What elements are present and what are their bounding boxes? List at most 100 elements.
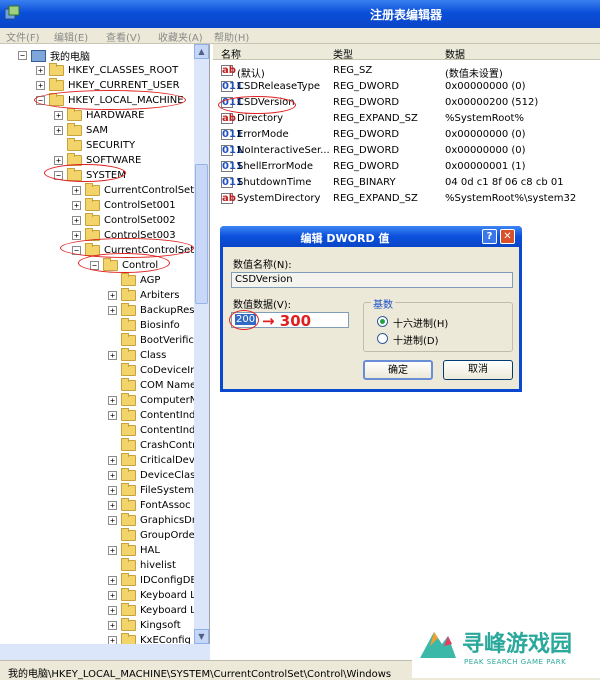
expander-icon[interactable]: + [54, 156, 63, 165]
scroll-down-icon[interactable]: ▼ [194, 629, 209, 644]
expander-icon[interactable]: + [108, 501, 117, 510]
expander-icon[interactable]: + [108, 576, 117, 585]
tree-item[interactable]: + CriticalDevic [108, 453, 203, 468]
tree-item[interactable]: AGP [108, 273, 160, 288]
expander-icon[interactable]: + [108, 546, 117, 555]
ok-button[interactable]: 确定 [363, 360, 433, 380]
tree-item[interactable]: + ControlSet001 [72, 198, 176, 213]
expander-icon[interactable]: + [108, 411, 117, 420]
expander-icon[interactable]: − [18, 51, 27, 60]
value-name: (默认) [237, 69, 265, 80]
tree-item-label: Class [140, 350, 167, 361]
tree-item[interactable]: CrashContro [108, 438, 202, 453]
expander-icon[interactable]: + [108, 471, 117, 480]
column-type[interactable]: 类型 [333, 46, 353, 61]
tree-item[interactable]: + SAM [54, 123, 108, 138]
tree-item[interactable]: + IDConfigDB [108, 573, 197, 588]
tree-item-label: ContentInde [140, 425, 202, 436]
tree-item[interactable]: + CurrentControlSet [72, 183, 194, 198]
folder-icon [121, 498, 136, 511]
tree-item[interactable]: + ComputerNa [108, 393, 203, 408]
registry-tree[interactable]: − 我的电脑 + HKEY_CLASSES_ROOT + HKEY_CURRENT_USE… [0, 44, 210, 660]
tree-vertical-scrollbar[interactable]: ▲ ▼ [194, 44, 209, 644]
menu-file[interactable]: 文件(F) [6, 29, 40, 44]
dec-radio[interactable] [377, 333, 388, 344]
expander-icon[interactable]: + [108, 306, 117, 315]
menu-view[interactable]: 查看(V) [106, 29, 141, 44]
tree-item[interactable]: + ControlSet002 [72, 213, 176, 228]
expander-icon[interactable]: + [108, 396, 117, 405]
list-item[interactable]: 011 ShutdownTime REG_BINARY 04 0d c1 8f 06 … [213, 175, 600, 191]
tree-item-label: SAM [86, 125, 109, 136]
tree-item[interactable]: + Keyboard La [108, 588, 202, 603]
tree-item[interactable]: + GraphicsDriv [108, 513, 205, 528]
folder-icon [67, 108, 82, 121]
expander-icon[interactable]: + [108, 516, 117, 525]
expander-icon[interactable]: + [108, 621, 117, 630]
close-icon[interactable]: ✕ [500, 229, 515, 244]
tree-item[interactable]: + DeviceClass [108, 468, 201, 483]
expander-icon[interactable]: + [108, 486, 117, 495]
expander-icon[interactable]: + [72, 231, 81, 240]
scroll-thumb[interactable] [195, 164, 208, 304]
mountain-logo-icon [420, 632, 456, 658]
tree-item[interactable]: CoDeviceIns [108, 363, 202, 378]
tree-item-label: CrashContro [140, 440, 203, 451]
hex-radio[interactable] [377, 316, 388, 327]
expander-icon[interactable]: + [108, 591, 117, 600]
expander-icon[interactable]: + [108, 456, 117, 465]
list-item[interactable]: 011 CSDReleaseType REG_DWORD 0x00000000 (0) [213, 79, 600, 95]
tree-horizontal-scrollbar[interactable] [0, 644, 210, 660]
tree-item[interactable]: + BackupResto [108, 303, 205, 318]
tree-item[interactable]: + Kingsoft [108, 618, 181, 633]
tree-item[interactable]: + ContentInde [108, 408, 202, 423]
tree-item[interactable]: + FontAssoc [108, 498, 191, 513]
tree-item-label: GroupOrder [140, 530, 199, 541]
expander-icon[interactable]: + [36, 81, 45, 90]
tree-item[interactable]: + HAL [108, 543, 160, 558]
expander-icon[interactable]: + [72, 186, 81, 195]
expander-icon[interactable]: + [54, 111, 63, 120]
expander-icon[interactable]: + [72, 216, 81, 225]
cancel-button[interactable]: 取消 [443, 360, 513, 380]
list-item[interactable]: ab (默认) REG_SZ (数值未设置) [213, 63, 600, 80]
tree-item-label: BootVerifica [140, 335, 201, 346]
highlight-system [44, 164, 126, 182]
scroll-up-icon[interactable]: ▲ [194, 44, 209, 59]
tree-item[interactable]: + Keyboard La [108, 603, 202, 618]
help-icon[interactable]: ? [482, 229, 497, 244]
list-item[interactable]: 011 NoInteractiveSer... REG_DWORD 0x0000000… [213, 143, 600, 159]
watermark-subtitle: PEAK SEARCH GAME PARK [464, 658, 567, 666]
menu-favorites[interactable]: 收藏夹(A) [158, 29, 203, 44]
tree-item[interactable]: ContentInde [108, 423, 202, 438]
list-item[interactable]: ab SystemDirectory REG_EXPAND_SZ %SystemRoo… [213, 191, 600, 207]
column-name[interactable]: 名称 [221, 46, 241, 61]
folder-icon [121, 288, 136, 301]
expander-icon[interactable]: + [36, 66, 45, 75]
tree-item[interactable]: + HKEY_CLASSES_ROOT [36, 63, 178, 78]
tree-item[interactable]: + HARDWARE [54, 108, 144, 123]
menu-help[interactable]: 帮助(H) [214, 29, 249, 44]
list-item[interactable]: 011 ShellErrorMode REG_DWORD 0x00000001 (1) [213, 159, 600, 175]
tree-item[interactable]: − 我的电脑 [18, 48, 90, 63]
menu-edit[interactable]: 编辑(E) [54, 29, 88, 44]
list-item[interactable]: 011 ErrorMode REG_DWORD 0x00000000 (0) [213, 127, 600, 143]
expander-icon[interactable]: + [108, 606, 117, 615]
tree-item[interactable]: Biosinfo [108, 318, 180, 333]
expander-icon[interactable]: + [54, 126, 63, 135]
tree-item[interactable]: BootVerifica [108, 333, 200, 348]
tree-item[interactable]: COM Name A [108, 378, 206, 393]
tree-item[interactable]: + Class [108, 348, 166, 363]
tree-item[interactable]: + FileSystem [108, 483, 194, 498]
tree-item[interactable]: + Arbiters [108, 288, 179, 303]
tree-item[interactable]: SECURITY [54, 138, 135, 153]
tree-item[interactable]: hivelist [108, 558, 176, 573]
expander-icon[interactable]: + [72, 201, 81, 210]
tree-item[interactable]: GroupOrder [108, 528, 199, 543]
dec-radio-label[interactable]: 十进制(D) [393, 332, 439, 347]
expander-icon[interactable]: + [108, 351, 117, 360]
expander-icon[interactable]: + [108, 291, 117, 300]
tree-item-label: DeviceClass [140, 470, 201, 481]
column-data[interactable]: 数据 [445, 46, 465, 61]
hex-radio-label[interactable]: 十六进制(H) [393, 315, 448, 330]
